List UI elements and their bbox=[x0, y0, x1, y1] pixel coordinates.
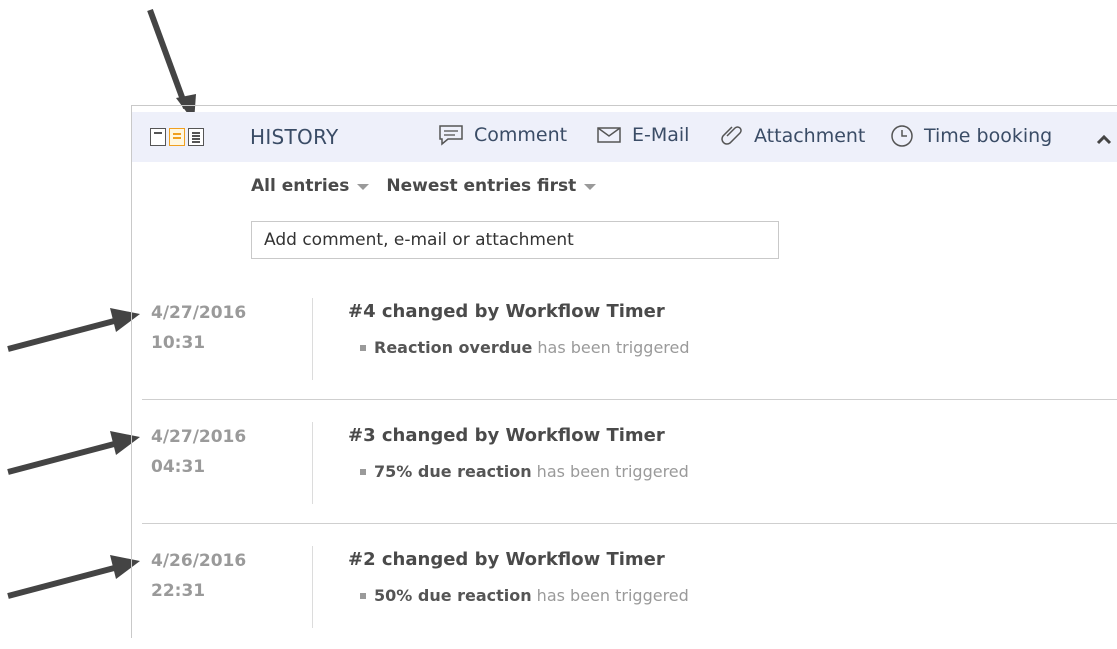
email-button[interactable]: E-Mail bbox=[596, 124, 689, 146]
entries-filter-dropdown[interactable]: All entries bbox=[251, 176, 370, 196]
entry-date: 4/26/2016 22:31 bbox=[151, 546, 246, 606]
sort-order-dropdown[interactable]: Newest entries first bbox=[386, 176, 597, 196]
entry-event-suffix: has been triggered bbox=[536, 462, 689, 481]
paperclip-icon bbox=[721, 126, 742, 145]
entry-date-value: 4/27/2016 bbox=[151, 427, 247, 447]
bullet-icon bbox=[360, 592, 366, 599]
caret-down-icon bbox=[357, 184, 370, 190]
arrow-to-entry-1 bbox=[7, 308, 140, 352]
entry-title: #3 changed by Workflow Timer bbox=[348, 425, 665, 446]
entry-time-value: 10:31 bbox=[151, 333, 206, 353]
history-entry: 4/27/2016 04:31 #3 changed by Workflow T… bbox=[132, 422, 1117, 525]
compact-view-icon[interactable] bbox=[150, 128, 166, 146]
arrow-to-entry-2 bbox=[7, 431, 140, 475]
entry-date-value: 4/26/2016 bbox=[151, 551, 247, 571]
entry-divider bbox=[312, 546, 313, 628]
email-button-label: E-Mail bbox=[632, 124, 690, 146]
clock-icon bbox=[891, 125, 913, 147]
entry-time-value: 22:31 bbox=[151, 581, 206, 601]
entry-date: 4/27/2016 04:31 bbox=[151, 422, 246, 482]
history-header: HISTORY Comment E-Mail Attachment Time b… bbox=[132, 112, 1117, 162]
bullet-icon bbox=[360, 344, 366, 351]
entry-date: 4/27/2016 10:31 bbox=[151, 298, 246, 358]
comment-button-label: Comment bbox=[474, 124, 568, 146]
history-panel: HISTORY Comment E-Mail Attachment Time b… bbox=[131, 105, 1117, 638]
detailed-view-icon[interactable] bbox=[188, 128, 204, 146]
bullet-icon bbox=[360, 468, 366, 475]
caret-down-icon bbox=[584, 184, 597, 190]
arrow-to-entry-3 bbox=[7, 555, 140, 599]
entry-detail: 50% due reaction has been triggered bbox=[360, 586, 689, 605]
history-entry: 4/27/2016 10:31 #4 changed by Workflow T… bbox=[132, 298, 1117, 401]
medium-view-icon[interactable] bbox=[169, 128, 185, 146]
collapse-button[interactable] bbox=[1096, 130, 1112, 149]
entries-filter-label: All entries bbox=[251, 176, 350, 196]
comment-button[interactable]: Comment bbox=[438, 124, 567, 146]
sort-order-label: Newest entries first bbox=[386, 176, 577, 196]
history-title: HISTORY bbox=[250, 125, 339, 149]
chevron-up-icon bbox=[1096, 134, 1112, 145]
entry-date-value: 4/27/2016 bbox=[151, 303, 247, 323]
entry-title: #4 changed by Workflow Timer bbox=[348, 301, 665, 322]
time-booking-button-label: Time booking bbox=[924, 125, 1053, 147]
history-filters: All entries Newest entries first bbox=[251, 176, 613, 196]
entry-title: #2 changed by Workflow Timer bbox=[348, 549, 665, 570]
entry-divider bbox=[312, 298, 313, 380]
entry-event: Reaction overdue bbox=[374, 338, 533, 357]
add-comment-input[interactable]: Add comment, e-mail or attachment bbox=[251, 221, 779, 259]
entry-separator bbox=[142, 523, 1117, 524]
entry-event-suffix: has been triggered bbox=[536, 586, 689, 605]
entry-detail: Reaction overdue has been triggered bbox=[360, 338, 690, 357]
entry-separator bbox=[142, 399, 1117, 400]
time-booking-button[interactable]: Time booking bbox=[890, 124, 1052, 148]
view-mode-switcher bbox=[150, 128, 207, 148]
entry-event: 50% due reaction bbox=[374, 586, 532, 605]
entry-divider bbox=[312, 422, 313, 504]
attachment-button[interactable]: Attachment bbox=[720, 124, 865, 148]
entry-event: 75% due reaction bbox=[374, 462, 532, 481]
attachment-button-label: Attachment bbox=[754, 125, 866, 147]
envelope-icon bbox=[597, 127, 621, 143]
speech-bubble-icon bbox=[439, 125, 463, 146]
history-entry: 4/26/2016 22:31 #2 changed by Workflow T… bbox=[132, 546, 1117, 649]
entry-time-value: 04:31 bbox=[151, 457, 206, 477]
entry-detail: 75% due reaction has been triggered bbox=[360, 462, 689, 481]
entry-event-suffix: has been triggered bbox=[537, 338, 690, 357]
